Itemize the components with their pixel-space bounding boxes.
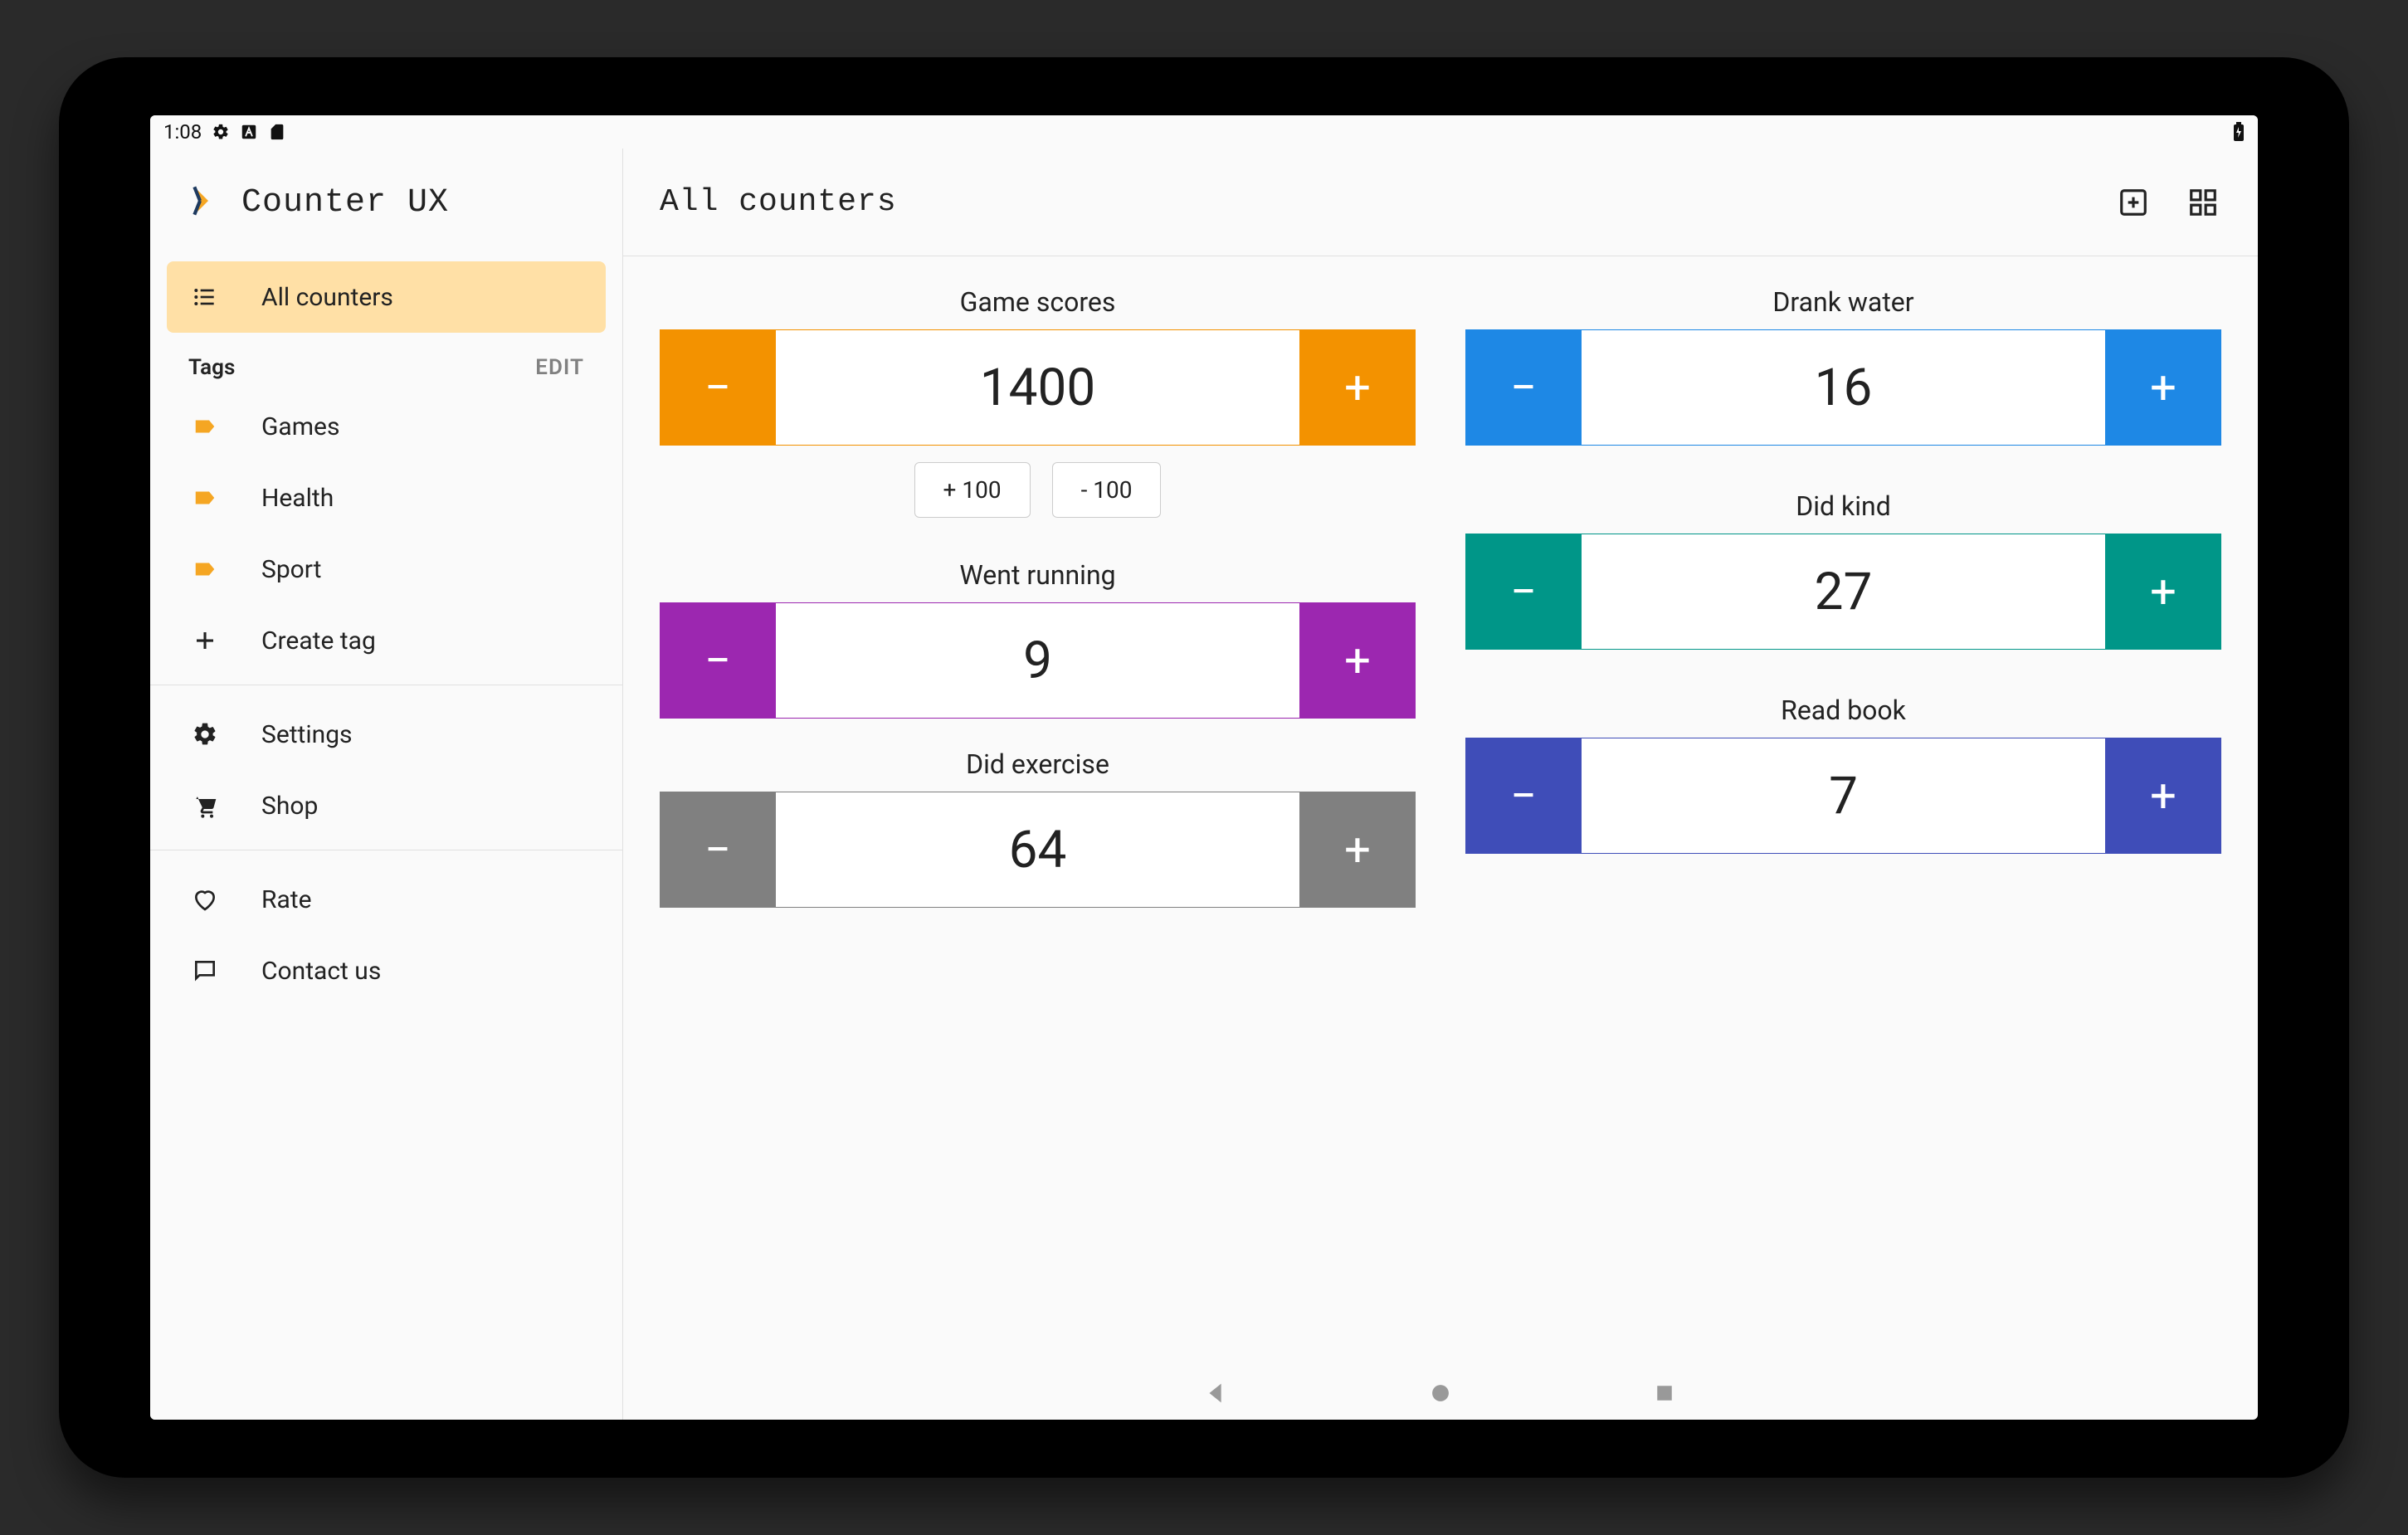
quick-minus-100-button[interactable]: - 100: [1052, 462, 1162, 518]
status-bar: 1:08: [150, 115, 2258, 149]
gear-icon: [212, 123, 230, 141]
app-title: Counter UX: [241, 184, 449, 222]
counter-went-running: Went running − 9 +: [660, 559, 1416, 719]
sidebar-item-label: Create tag: [261, 626, 376, 655]
tablet-frame: 1:08: [59, 57, 2349, 1478]
decrement-button[interactable]: −: [1465, 534, 1582, 650]
chat-icon: [188, 958, 222, 984]
counter-did-kind: Did kind − 27 +: [1465, 490, 2221, 650]
sidebar-item-label: Sport: [261, 555, 321, 584]
quick-plus-100-button[interactable]: + 100: [914, 462, 1031, 518]
counter-title: Did exercise: [660, 748, 1416, 780]
counter-value[interactable]: 9: [776, 602, 1299, 719]
tag-icon: [188, 414, 222, 439]
decrement-button[interactable]: −: [660, 602, 776, 719]
sidebar-item-shop[interactable]: Shop: [167, 770, 606, 841]
tag-icon: [188, 557, 222, 582]
decrement-button[interactable]: −: [660, 792, 776, 908]
counter-read-book: Read book − 7 +: [1465, 694, 2221, 854]
counter-value[interactable]: 7: [1582, 738, 2105, 854]
tag-icon: [188, 485, 222, 510]
sidebar-item-label: Games: [261, 412, 339, 441]
counter-drank-water: Drank water − 16 +: [1465, 286, 2221, 446]
decrement-button[interactable]: −: [1465, 329, 1582, 446]
sidebar-item-tag-games[interactable]: Games: [167, 391, 606, 462]
increment-button[interactable]: +: [2105, 534, 2221, 650]
app-body: Counter UX All counters Tags EDIT: [150, 149, 2258, 1420]
increment-button[interactable]: +: [1299, 792, 1416, 908]
increment-button[interactable]: +: [2105, 738, 2221, 854]
increment-button[interactable]: +: [1299, 602, 1416, 719]
counter-title: Went running: [660, 559, 1416, 591]
decrement-button[interactable]: −: [660, 329, 776, 446]
counters-right-column: Drank water − 16 + Did kind −: [1465, 286, 2221, 869]
sidebar-item-label: Contact us: [261, 957, 381, 986]
counter-value[interactable]: 27: [1582, 534, 2105, 650]
counter-value[interactable]: 16: [1582, 329, 2105, 446]
counter-title: Drank water: [1465, 286, 2221, 318]
gear-icon: [188, 721, 222, 748]
main: All counters: [623, 149, 2258, 1420]
counter-value[interactable]: 64: [776, 792, 1299, 908]
screen: 1:08: [150, 115, 2258, 1420]
sidebar-item-label: Rate: [261, 885, 312, 914]
increment-button[interactable]: +: [2105, 329, 2221, 446]
android-nav-bar: [623, 1377, 2258, 1410]
sidebar-item-label: Health: [261, 484, 334, 513]
sd-card-icon: [268, 123, 286, 141]
grid-view-button[interactable]: [2185, 184, 2221, 221]
main-header: All counters: [623, 149, 2258, 256]
sidebar-item-create-tag[interactable]: Create tag: [167, 605, 606, 676]
edit-tags-button[interactable]: EDIT: [535, 355, 584, 380]
nav-recent-button[interactable]: [1648, 1377, 1681, 1410]
increment-button[interactable]: +: [1299, 329, 1416, 446]
counter-value[interactable]: 1400: [776, 329, 1299, 446]
list-icon: [188, 284, 222, 310]
tags-label: Tags: [188, 355, 235, 380]
cart-icon: [188, 792, 222, 819]
sidebar-header: Counter UX: [150, 149, 622, 256]
counters-area: Game scores − 1400 + + 100 - 100: [623, 256, 2258, 1420]
app-logo-icon: [183, 184, 217, 221]
sidebar-item-tag-sport[interactable]: Sport: [167, 534, 606, 605]
sidebar-item-all-counters[interactable]: All counters: [167, 261, 606, 333]
counter-game-scores: Game scores − 1400 + + 100 - 100: [660, 286, 1416, 544]
status-time: 1:08: [163, 120, 202, 144]
counter-title: Did kind: [1465, 490, 2221, 522]
battery-icon: [2233, 122, 2245, 142]
counter-did-exercise: Did exercise − 64 +: [660, 748, 1416, 908]
sidebar-item-rate[interactable]: Rate: [167, 864, 606, 935]
nav-home-button[interactable]: [1424, 1377, 1457, 1410]
sidebar-item-label: Shop: [261, 792, 318, 821]
add-counter-button[interactable]: [2115, 184, 2152, 221]
sidebar-item-settings[interactable]: Settings: [167, 699, 606, 770]
nav-back-button[interactable]: [1200, 1377, 1233, 1410]
heart-icon: [188, 886, 222, 913]
counter-title: Game scores: [660, 286, 1416, 318]
sidebar-item-label: All counters: [261, 283, 393, 312]
decrement-button[interactable]: −: [1465, 738, 1582, 854]
sidebar-item-contact[interactable]: Contact us: [167, 935, 606, 1006]
page-title: All counters: [660, 184, 897, 220]
font-icon: [240, 123, 258, 141]
counters-left-column: Game scores − 1400 + + 100 - 100: [660, 286, 1416, 923]
plus-icon: [188, 628, 222, 653]
tags-header: Tags EDIT: [167, 333, 606, 391]
sidebar-item-tag-health[interactable]: Health: [167, 462, 606, 534]
sidebar-item-label: Settings: [261, 720, 353, 749]
counter-title: Read book: [1465, 694, 2221, 726]
sidebar: Counter UX All counters Tags EDIT: [150, 149, 623, 1420]
